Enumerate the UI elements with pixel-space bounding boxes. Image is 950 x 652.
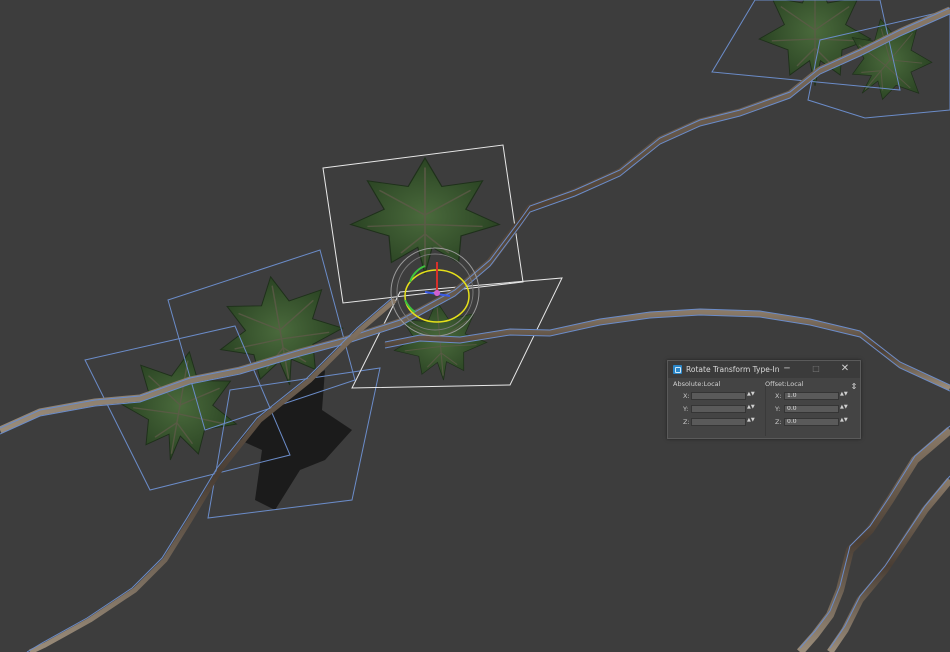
maximize-button[interactable]: □ xyxy=(809,362,823,376)
leaf-top-right xyxy=(758,0,950,122)
absolute-local-group: Absolute:Local X: ▲▼ Y: ▲▼ Z: ▲▼ xyxy=(673,380,763,429)
rotate-transform-type-in-dialog: Rotate Transform Type-In ─ □ ✕ Absolute:… xyxy=(667,360,861,439)
absolute-y-spinner[interactable]: ▲▼ xyxy=(747,405,755,414)
minimize-button[interactable]: ─ xyxy=(780,362,794,376)
leaf-wire-planes xyxy=(84,0,950,519)
absolute-y-field[interactable] xyxy=(691,405,746,413)
absolute-z-label: Z: xyxy=(683,418,690,426)
offset-y-field[interactable] xyxy=(784,405,839,413)
gizmo-pivot xyxy=(434,290,440,296)
absolute-x-label: X: xyxy=(683,392,690,400)
scene-canvas[interactable] xyxy=(0,0,950,652)
absolute-local-label: Absolute:Local xyxy=(673,380,721,388)
offset-y-label: Y: xyxy=(775,405,781,413)
absolute-z-spinner[interactable]: ▲▼ xyxy=(747,418,755,427)
offset-x-spinner[interactable]: ▲▼ xyxy=(840,392,848,401)
offset-x-label: X: xyxy=(775,392,782,400)
pin-icon[interactable]: ⇕ xyxy=(850,381,858,393)
offset-local-label: Offset:Local xyxy=(765,380,804,388)
dialog-title: Rotate Transform Type-In xyxy=(686,365,780,374)
offset-z-field[interactable] xyxy=(784,418,839,426)
close-button[interactable]: ✕ xyxy=(838,362,852,376)
app-icon xyxy=(673,365,682,374)
offset-z-label: Z: xyxy=(775,418,782,426)
absolute-z-field[interactable] xyxy=(691,418,746,426)
vine-lower-right xyxy=(797,425,950,652)
offset-z-spinner[interactable]: ▲▼ xyxy=(840,418,848,427)
offset-y-spinner[interactable]: ▲▼ xyxy=(840,405,848,414)
offset-local-group: Offset:Local X: ▲▼ Y: ▲▼ Z: ▲▼ xyxy=(765,380,855,429)
absolute-x-field[interactable] xyxy=(691,392,746,400)
leaf-selected[interactable] xyxy=(349,157,501,275)
dialog-titlebar[interactable]: Rotate Transform Type-In ─ □ ✕ xyxy=(668,361,860,378)
3d-viewport[interactable]: Rotate Transform Type-In ─ □ ✕ Absolute:… xyxy=(0,0,950,652)
absolute-y-label: Y: xyxy=(683,405,689,413)
absolute-x-spinner[interactable]: ▲▼ xyxy=(747,392,755,401)
offset-x-field[interactable] xyxy=(784,392,839,400)
